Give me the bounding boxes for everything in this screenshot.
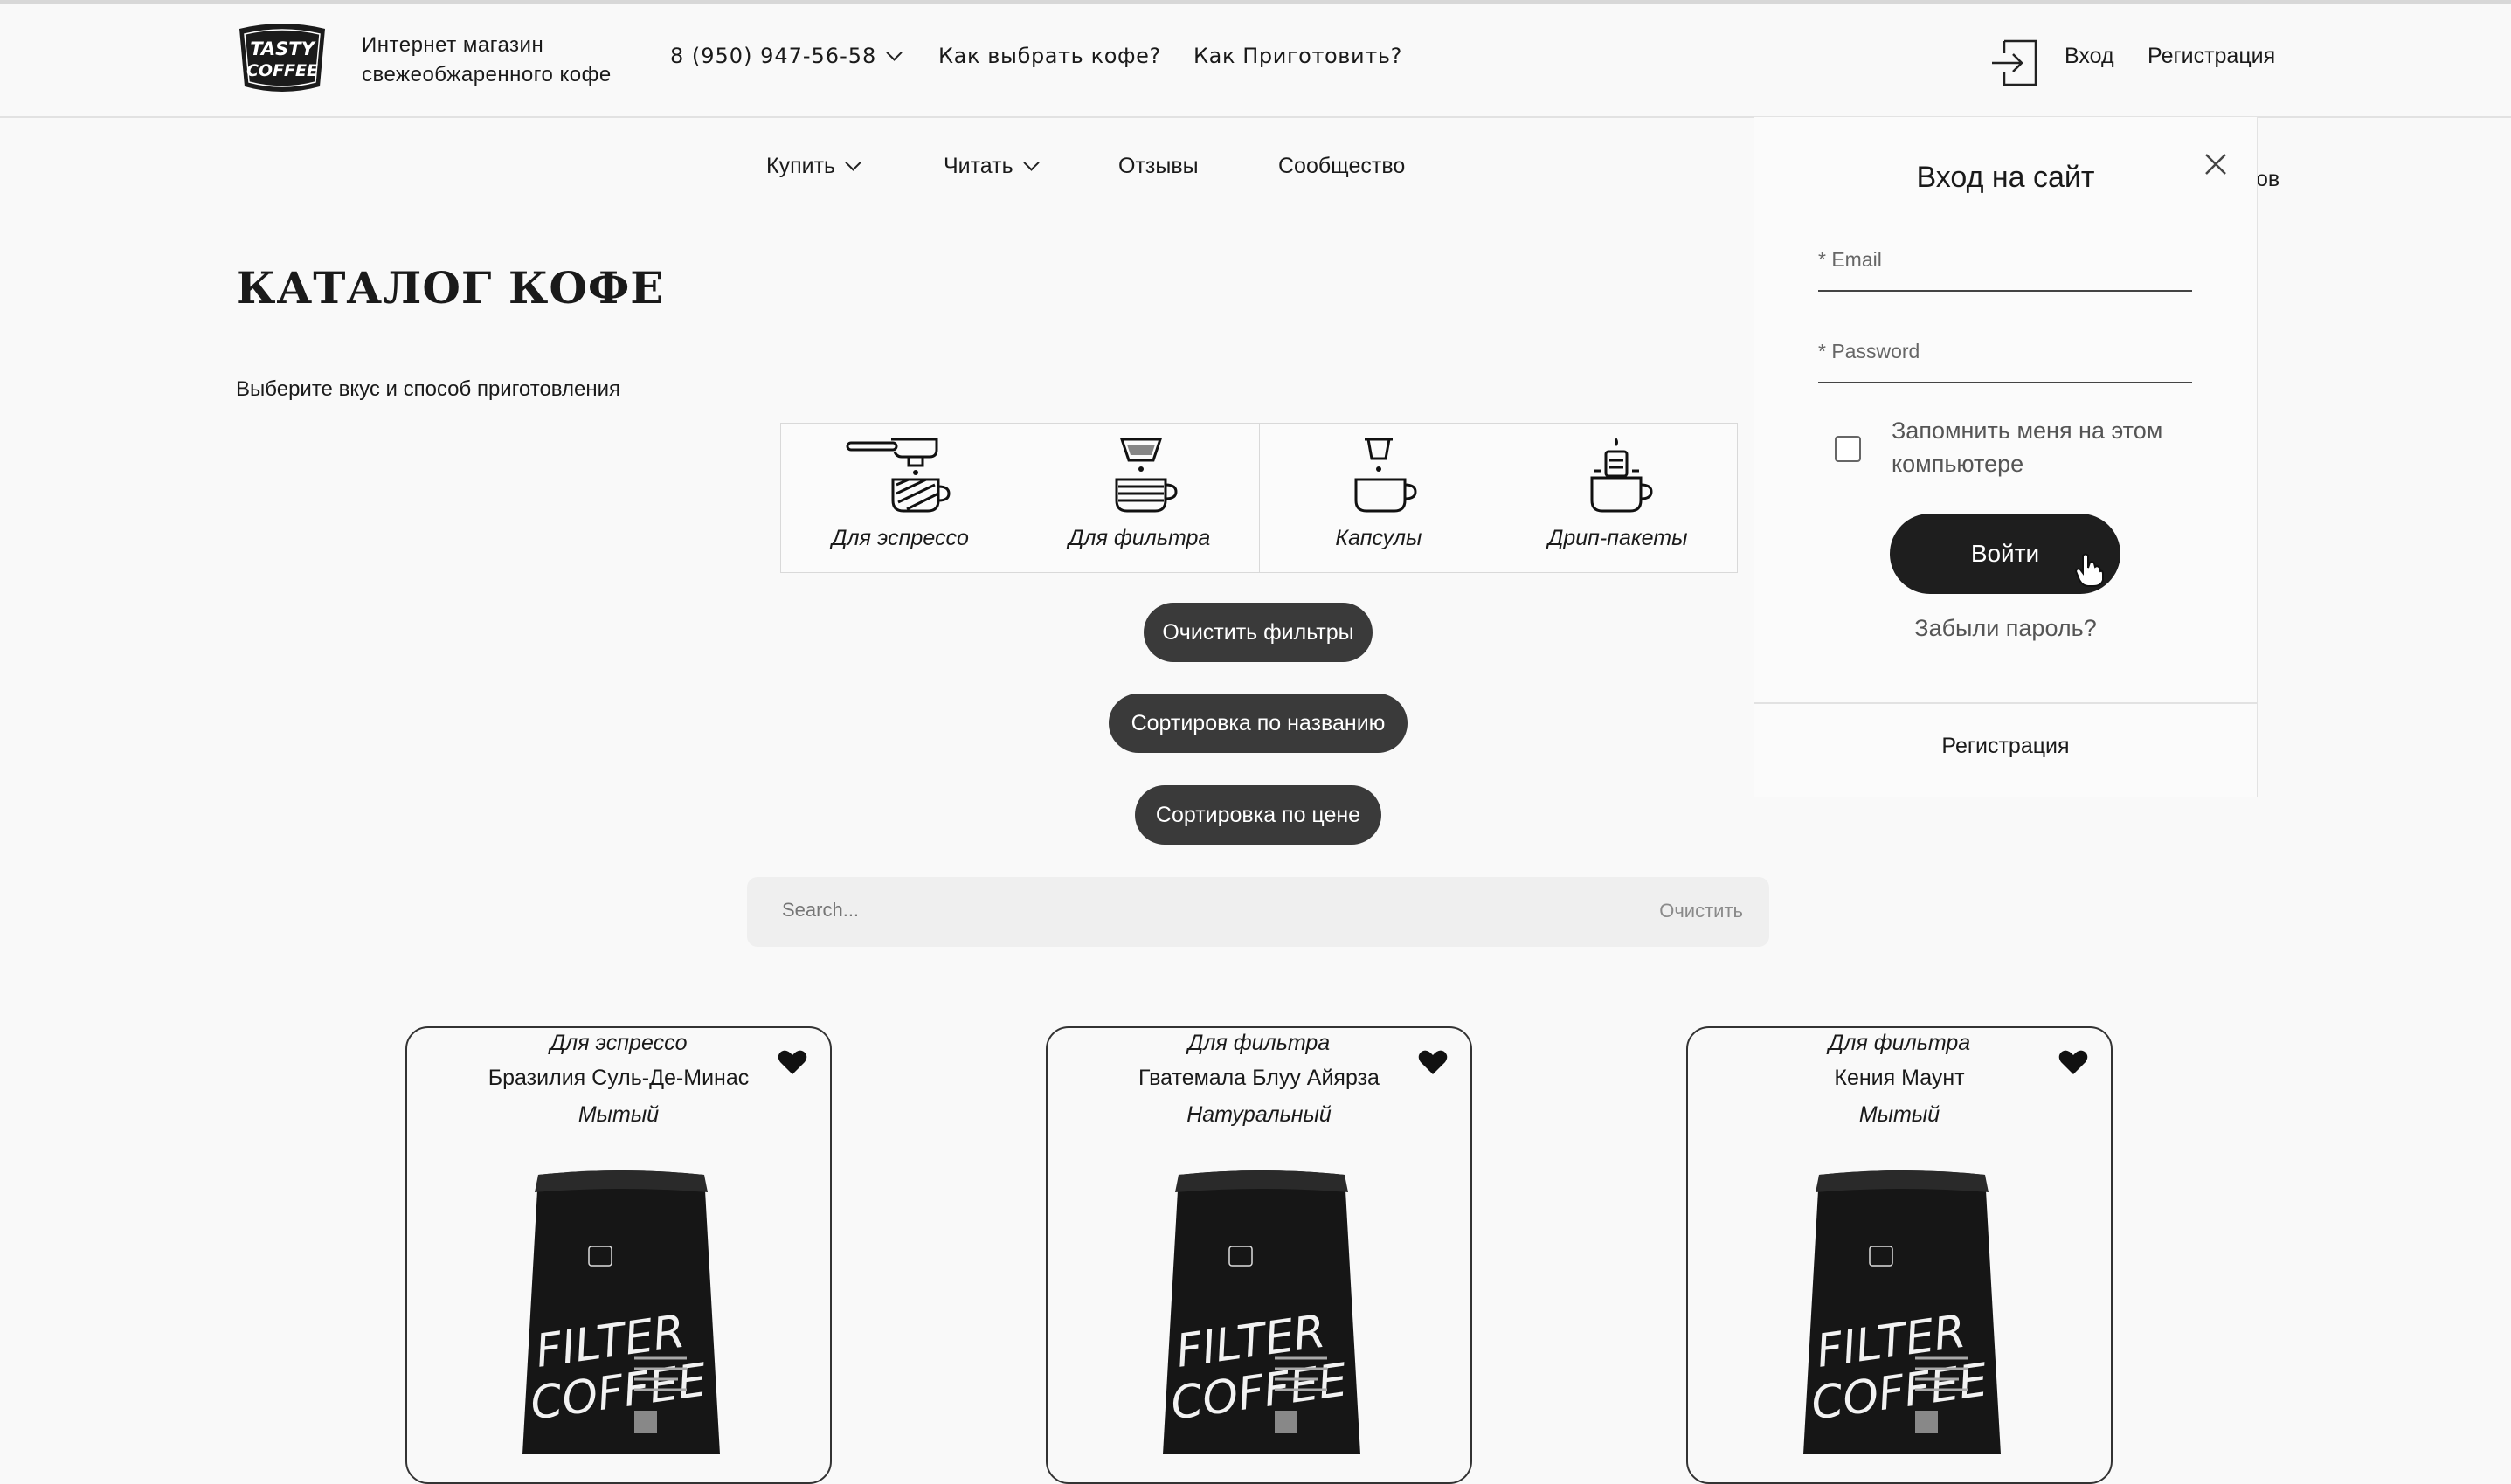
password-field[interactable]: * Password [1818,329,2196,383]
nav-item-partial: ов [2256,167,2280,191]
modal-divider [1754,702,2257,704]
modal-register-link[interactable]: Регистрация [1754,734,2257,759]
site-header: TASTY COFFEE Интернет магазин свежеобжар… [0,4,2511,118]
filter-espresso[interactable]: Для эспрессо [781,424,1020,572]
nav-community[interactable]: Сообщество [1278,154,1405,179]
capsule-icon [1354,438,1417,513]
catalog-subtitle: Выберите вкус и способ приготовления [236,377,621,401]
search-bar: Очистить [747,877,1769,947]
phone-number: 8 (950) 947-56-58 [670,44,877,68]
method-label: Для фильтра [1068,526,1211,550]
link-how-to-brew[interactable]: Как Приготовить? [1193,44,1402,68]
remember-me-checkbox[interactable] [1835,436,1861,462]
phone-dropdown[interactable]: 8 (950) 947-56-58 [670,44,903,68]
login-modal-title: Вход на сайт [1916,161,2095,194]
coffee-bag-image: FILTER COFFEE [1803,1170,2001,1454]
shop-title-line1: Интернет магазин [362,33,544,57]
product-method: Для фильтра [1828,1031,1971,1055]
close-icon[interactable] [2203,152,2228,176]
filter-filter[interactable]: Для фильтра [1020,424,1260,572]
page-title: КАТАЛОГ КОФЕ [236,262,665,314]
shop-title: Интернет магазин свежеобжаренного кофе [362,31,612,90]
brew-method-filter: Для эспрессо Для фильтра Капсулы Дрип-па… [780,423,1738,573]
heart-icon[interactable] [778,1049,807,1075]
login-modal: Вход на сайт * Email * Password Запомнит… [1754,116,2258,797]
product-name: Бразилия Суль-Де-Минас [488,1066,750,1090]
search-input[interactable] [780,898,1483,922]
filter-drip-bags[interactable]: Дрип-пакеты [1498,424,1737,572]
link-choose-coffee[interactable]: Как выбрать кофе? [938,44,1161,68]
espresso-icon [846,438,951,513]
method-label: Дрип-пакеты [1547,526,1688,550]
chevron-down-icon [886,45,903,61]
nav-read-label: Читать [944,154,1013,178]
product-name: Кения Маунт [1834,1066,1965,1090]
sort-by-price-button[interactable]: Сортировка по цене [1135,785,1381,845]
remember-me-label[interactable]: Запомнить меня на этом компьютере [1892,414,2171,480]
email-input[interactable] [1818,246,2196,286]
filter-icon [1115,438,1178,513]
method-label: Капсулы [1335,526,1422,550]
method-label: Для эспрессо [831,526,969,550]
register-link[interactable]: Регистрация [2148,44,2275,69]
product-card[interactable]: Для фильтра Кения Маунт Мытый FILTER COF… [1686,1026,2113,1484]
sort-by-name-button[interactable]: Сортировка по названию [1109,694,1408,753]
product-method: Для эспрессо [550,1031,688,1055]
clear-filters-button[interactable]: Очистить фильтры [1144,603,1373,662]
drip-bag-icon [1590,438,1653,513]
login-link[interactable]: Вход [2065,44,2114,69]
nav-buy[interactable]: Купить [766,154,861,179]
filter-capsules[interactable]: Капсулы [1260,424,1499,572]
hand-cursor-icon [2074,553,2104,587]
svg-text:COFFEE: COFFEE [246,61,318,80]
shop-title-line2: свежеобжаренного кофе [362,63,612,86]
email-field[interactable]: * Email [1818,238,2196,292]
svg-text:TASTY: TASTY [250,38,315,59]
product-card[interactable]: Для эспрессо Бразилия Суль-Де-Минас Мыты… [405,1026,832,1484]
heart-icon[interactable] [1418,1049,1448,1075]
coffee-bag-image: FILTER COFFEE [522,1170,720,1454]
search-clear-button[interactable]: Очистить [1659,900,1743,922]
tasty-coffee-logo[interactable]: TASTY COFFEE [234,22,330,93]
password-input[interactable] [1818,338,2196,378]
login-icon[interactable] [1992,38,2039,88]
product-method: Для фильтра [1187,1031,1331,1055]
submit-login-label: Войти [1970,540,2040,567]
chevron-down-icon [845,155,861,171]
coffee-bag-image: FILTER COFFEE [1163,1170,1360,1454]
nav-reviews[interactable]: Отзывы [1118,154,1199,179]
nav-read[interactable]: Читать [944,154,1040,179]
chevron-down-icon [1022,155,1040,171]
forgot-password-link[interactable]: Забыли пароль? [1754,615,2257,642]
product-card[interactable]: Для фильтра Гватемала Блуу Айярза Натура… [1046,1026,1472,1484]
product-process: Мытый [578,1102,660,1127]
product-name: Гватемала Блуу Айярза [1138,1066,1380,1090]
heart-icon[interactable] [2058,1049,2088,1075]
product-process: Мытый [1858,1102,1940,1127]
nav-buy-label: Купить [766,154,836,178]
product-process: Натуральный [1186,1102,1332,1127]
